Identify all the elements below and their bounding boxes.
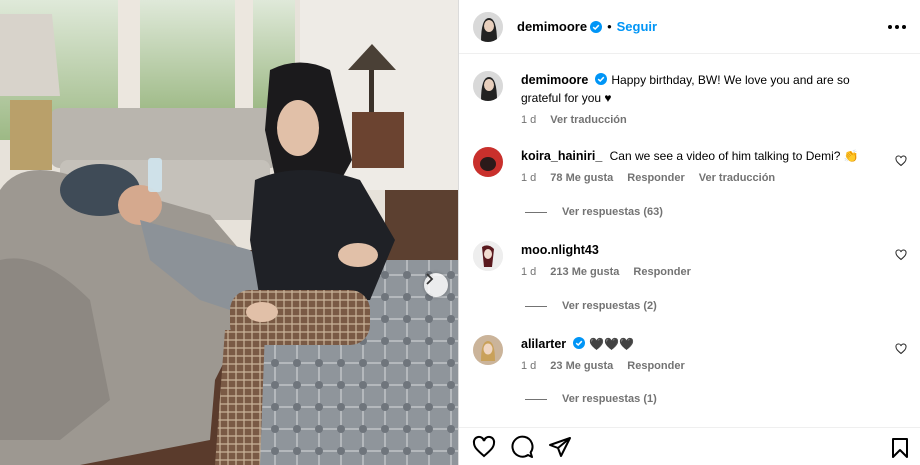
heart-icon[interactable] [895, 343, 907, 355]
instagram-post-view: demimoore • Seguir demimoore Happy birthd… [0, 0, 920, 465]
follow-button[interactable]: Seguir [617, 19, 657, 34]
comment-bubble-icon[interactable] [510, 435, 534, 459]
author-avatar[interactable] [473, 11, 503, 42]
next-photo-button[interactable] [424, 273, 448, 297]
verified-badge-icon [590, 20, 603, 33]
comment-text: Can we see a video of him talking to Dem… [609, 149, 859, 163]
post-photo[interactable] [0, 0, 458, 465]
reply-button[interactable]: Responder [633, 263, 690, 281]
view-replies-button[interactable]: Ver respuestas (1) [525, 393, 657, 405]
comment-item: koira_hainiri_ Can we see a video of him… [473, 147, 907, 187]
share-plane-icon[interactable] [548, 435, 572, 459]
caption-username[interactable]: demimoore [521, 73, 588, 87]
comment-username[interactable]: koira_hainiri_ [521, 149, 602, 163]
comment-likes[interactable]: 78 Me gusta [550, 169, 613, 187]
comment-time[interactable]: 1 d [521, 169, 536, 187]
caption-translate-link[interactable]: Ver traducción [550, 111, 626, 129]
view-replies-label: Ver respuestas (1) [562, 393, 657, 405]
comment-text: 🖤🖤🖤 [589, 337, 634, 351]
caption-item: demimoore Happy birthday, BW! We love you… [473, 71, 907, 129]
photo-illustration [0, 0, 458, 465]
translate-link[interactable]: Ver traducción [699, 169, 775, 187]
comment-time[interactable]: 1 d [521, 357, 536, 375]
heart-icon[interactable] [895, 249, 907, 261]
view-replies-label: Ver respuestas (2) [562, 300, 657, 312]
post-side-panel: demimoore • Seguir demimoore Happy birthd… [458, 0, 920, 465]
heart-icon[interactable] [472, 435, 496, 459]
comment-item: alilarter 🖤🖤🖤 1 d 23 Me gusta Responder [473, 335, 907, 375]
view-replies-button[interactable]: Ver respuestas (63) [525, 206, 663, 218]
author-avatar[interactable] [473, 71, 503, 101]
bookmark-icon[interactable] [890, 437, 910, 459]
view-replies-button[interactable]: Ver respuestas (2) [525, 300, 657, 312]
comments-section[interactable]: demimoore Happy birthday, BW! We love you… [459, 55, 920, 427]
comment-time[interactable]: 1 d [521, 263, 536, 281]
post-action-bar [459, 427, 920, 465]
comment-username[interactable]: alilarter [521, 337, 566, 351]
header-separator: • [607, 19, 612, 34]
reply-button[interactable]: Responder [627, 357, 684, 375]
verified-badge-icon [595, 73, 608, 85]
view-replies-label: Ver respuestas (63) [562, 206, 663, 218]
author-username[interactable]: demimoore [517, 19, 587, 34]
chevron-right-icon [426, 273, 434, 285]
comment-likes[interactable]: 23 Me gusta [550, 357, 613, 375]
comment-item: moo.nlight43 1 d 213 Me gusta Responder [473, 241, 907, 281]
post-header: demimoore • Seguir [459, 0, 920, 54]
caption-time[interactable]: 1 d [521, 111, 536, 129]
comment-likes[interactable]: 213 Me gusta [550, 263, 619, 281]
verified-badge-icon [573, 337, 586, 349]
reply-button[interactable]: Responder [627, 169, 684, 187]
heart-icon[interactable] [895, 155, 907, 167]
commenter-avatar[interactable] [473, 147, 503, 177]
more-options-icon[interactable] [888, 19, 906, 35]
commenter-avatar[interactable] [473, 335, 503, 365]
comment-username[interactable]: moo.nlight43 [521, 243, 599, 257]
commenter-avatar[interactable] [473, 241, 503, 271]
